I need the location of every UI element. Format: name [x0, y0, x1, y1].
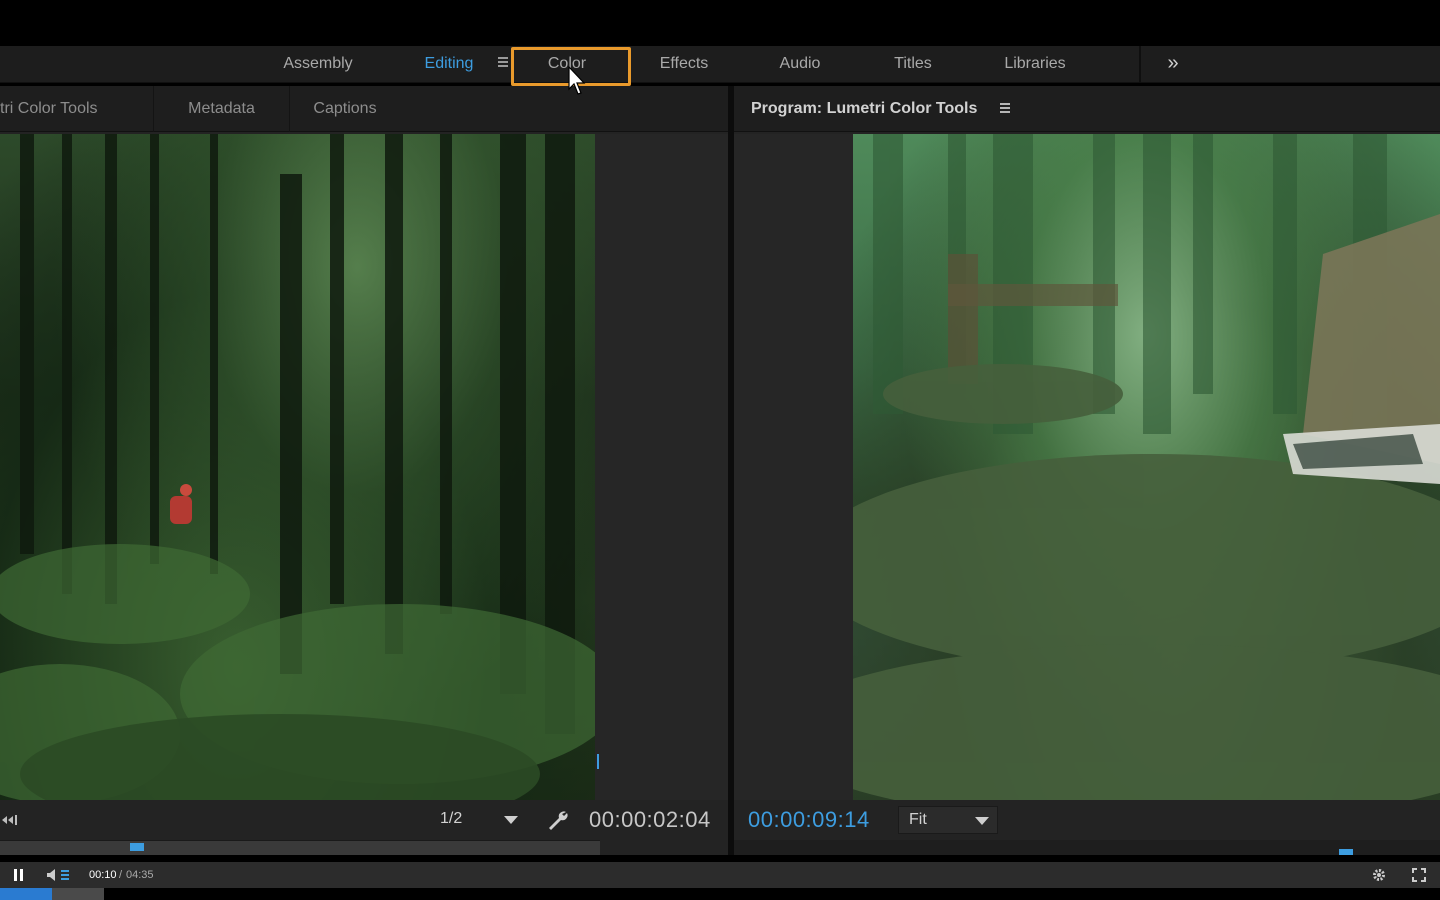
forest-scene-image: [0, 134, 595, 800]
tab-metadata[interactable]: Metadata: [154, 86, 290, 132]
current-time: 00:10: [89, 869, 117, 881]
program-title[interactable]: Program: Lumetri Color Tools: [751, 86, 977, 132]
insert-overwrite-icon[interactable]: [0, 810, 20, 830]
workspace-overflow-icon[interactable]: »: [1160, 52, 1186, 76]
chevron-down-icon: [975, 817, 989, 825]
program-video-frame[interactable]: [853, 134, 1440, 800]
zoom-select[interactable]: Fit: [898, 806, 998, 834]
chevron-down-icon: [504, 816, 518, 824]
resolution-value: 1/2: [440, 810, 463, 827]
workspace-bar: Assembly Editing Color Effects Audio Tit…: [0, 46, 1440, 83]
tab-lumetri-color-tools[interactable]: tri Color Tools: [0, 86, 154, 132]
workspace-divider: [1139, 46, 1141, 83]
source-monitor: [0, 134, 728, 800]
fullscreen-icon[interactable]: [1412, 868, 1426, 882]
source-panel: tri Color Tools Metadata Captions 1/2 00…: [0, 86, 728, 855]
workspace-tab-effects[interactable]: Effects: [652, 46, 716, 83]
source-timecode[interactable]: 00:00:02:04: [589, 807, 711, 833]
source-panel-tabs: tri Color Tools Metadata Captions: [0, 86, 728, 132]
top-band: [0, 0, 1440, 46]
tab-label: Metadata: [188, 100, 255, 117]
gear-icon[interactable]: [1372, 868, 1386, 882]
player-gap: [0, 855, 1440, 862]
program-panel: Program: Lumetri Color Tools 00:00:09:14…: [734, 86, 1440, 855]
source-controls: 1/2 00:00:02:04: [0, 800, 728, 840]
source-video-frame[interactable]: [0, 134, 595, 800]
bottom-band: [104, 888, 1440, 900]
program-monitor: [734, 134, 1440, 800]
video-player-bar: 00:10 / 04:35: [0, 862, 1440, 888]
pause-icon[interactable]: [12, 868, 26, 882]
workspace-tab-assembly[interactable]: Assembly: [276, 46, 360, 83]
volume-icon[interactable]: [46, 868, 72, 882]
program-timecode[interactable]: 00:00:09:14: [748, 807, 870, 833]
program-panel-header: Program: Lumetri Color Tools: [734, 86, 1440, 132]
program-controls: 00:00:09:14 Fit: [734, 800, 1440, 840]
tab-label: Captions: [313, 100, 377, 117]
source-time-ruler[interactable]: [0, 840, 600, 855]
workspace-tab-libraries[interactable]: Libraries: [997, 46, 1073, 83]
source-in-marker[interactable]: [130, 843, 144, 851]
tab-label: tri Color Tools: [0, 100, 98, 117]
resolution-select[interactable]: 1/2: [430, 806, 526, 834]
tab-captions[interactable]: Captions: [290, 86, 400, 132]
panel-menu-icon[interactable]: [1000, 103, 1012, 115]
program-time-ruler[interactable]: [734, 840, 1440, 855]
workspace-tab-titles[interactable]: Titles: [887, 46, 939, 83]
time-separator: /: [116, 869, 126, 881]
source-playhead[interactable]: [597, 754, 599, 769]
workspace-tab-audio[interactable]: Audio: [772, 46, 828, 83]
workspace-menu-icon[interactable]: [498, 55, 512, 71]
workspace-tab-color[interactable]: Color: [527, 46, 607, 83]
wrench-icon[interactable]: [546, 808, 570, 832]
zoom-value: Fit: [909, 811, 927, 828]
forest-closeup-image: [853, 134, 1440, 800]
workspace-tab-editing[interactable]: Editing: [418, 46, 480, 83]
duration: 04:35: [126, 869, 154, 881]
playback-progress-fill: [0, 888, 52, 900]
